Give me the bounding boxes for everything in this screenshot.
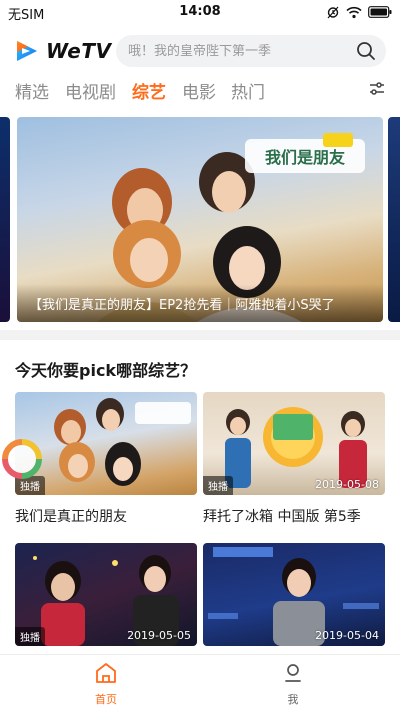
alarm-icon [327, 6, 339, 19]
banner-slide[interactable]: 我们是朋友 【我们是真正的朋友】EP2抢先看｜阿雅抱着小S哭了 [17, 117, 383, 322]
banner-carousel[interactable]: 我们是朋友 【我们是真正的朋友】EP2抢先看｜阿雅抱着小S哭了 [0, 117, 400, 322]
show-card[interactable]: 2019-05-04 [203, 543, 385, 646]
tab-movies[interactable]: 电影 [182, 78, 216, 103]
show-card[interactable]: 独播 2019-05-08 拜托了冰箱 中国版 第5季 [203, 392, 385, 526]
nav-profile-label: 我 [287, 693, 299, 706]
section-title: 今天你要pick哪部综艺？ [15, 361, 197, 380]
wifi-icon [346, 6, 362, 18]
category-tabs: 精选 电视剧 综艺 电影 热门 [0, 78, 400, 108]
status-icons [326, 5, 392, 19]
search-icon[interactable] [356, 41, 376, 61]
air-date: 2019-05-05 [127, 629, 191, 642]
show-thumbnail[interactable]: 独播 2019-05-08 [203, 392, 385, 495]
air-date: 2019-05-04 [315, 629, 379, 642]
banner-caption-bar: 【我们是真正的朋友】EP2抢先看｜阿雅抱着小S哭了 [17, 284, 383, 322]
show-thumbnail[interactable]: 独播 2019-05-05 [15, 543, 197, 646]
home-icon [96, 663, 116, 683]
exclusive-badge: 独播 [203, 476, 233, 495]
filter-settings-icon[interactable] [368, 80, 386, 98]
show-title[interactable]: 我们是真正的朋友 [15, 506, 197, 526]
banner-next-peek[interactable] [388, 117, 400, 322]
air-date: 2019-05-08 [315, 478, 379, 491]
search-bar[interactable] [116, 35, 386, 67]
search-input[interactable] [128, 43, 338, 59]
bottom-nav: 首页 我 [0, 654, 400, 709]
nav-home-label: 首页 [95, 693, 117, 706]
tab-trending[interactable]: 热门 [231, 78, 265, 103]
tab-variety[interactable]: 综艺 [132, 78, 166, 103]
play-logo-icon [17, 41, 37, 61]
banner-caption: 【我们是真正的朋友】EP2抢先看｜阿雅抱着小S哭了 [29, 298, 335, 313]
show-logo-text: 我们是朋友 [265, 148, 346, 167]
status-bar: 无SIM 14:08 [0, 0, 400, 24]
banner-prev-peek[interactable] [0, 117, 10, 322]
tab-featured[interactable]: 精选 [15, 78, 49, 103]
exclusive-badge: 独播 [15, 627, 45, 646]
nav-home[interactable]: 首页 [76, 661, 136, 707]
logo-text: WeTV [46, 39, 112, 63]
section-divider [0, 330, 400, 340]
tab-tv-series[interactable]: 电视剧 [65, 78, 116, 103]
show-card[interactable]: 独播 2019-05-05 [15, 543, 197, 646]
top-header: WeTV [0, 32, 400, 72]
show-logo-badge: 我们是朋友 [245, 133, 365, 173]
battery-icon [368, 6, 392, 18]
nav-profile[interactable]: 我 [263, 661, 323, 707]
show-thumbnail[interactable]: 2019-05-04 [203, 543, 385, 646]
profile-icon [285, 664, 301, 682]
loading-spinner-icon [2, 439, 42, 479]
show-title[interactable]: 拜托了冰箱 中国版 第5季 [203, 506, 385, 526]
wetv-logo[interactable]: WeTV [14, 38, 111, 64]
